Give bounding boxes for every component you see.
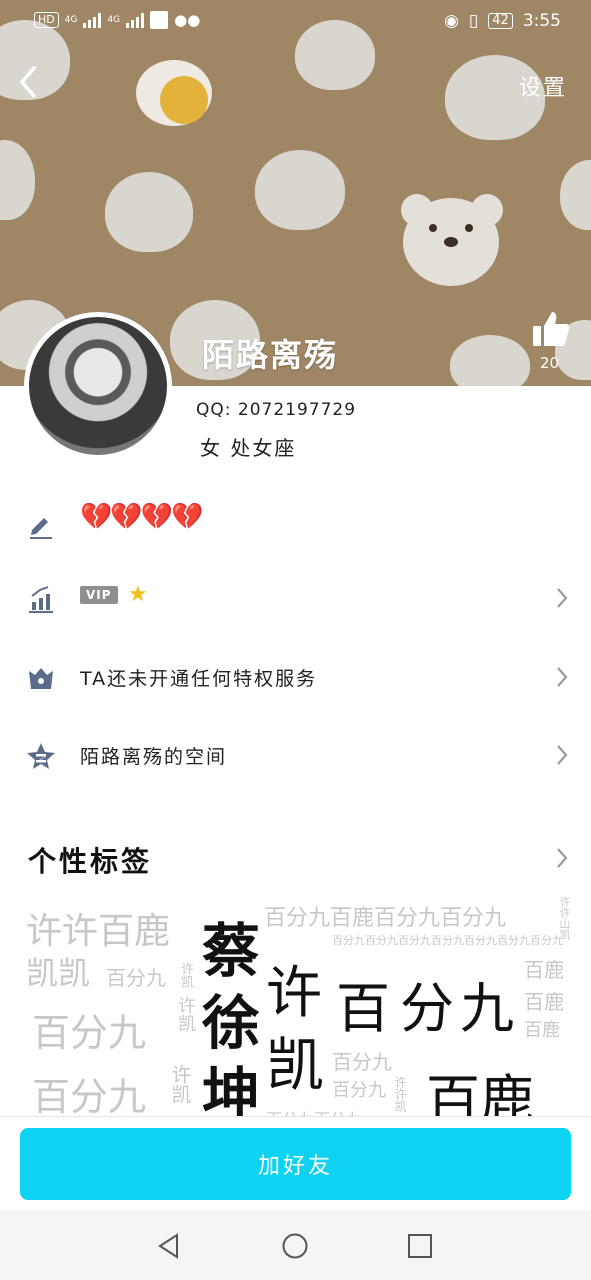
- cover-decoration: [560, 160, 591, 230]
- tag-word: 坤: [202, 1061, 261, 1118]
- network-type: 4G: [107, 15, 121, 25]
- qq-number: QQ: 2072197729: [196, 400, 357, 420]
- network-type: 4G: [64, 15, 78, 25]
- chevron-right-icon: [557, 667, 568, 687]
- tag-word: 百分九百鹿百分九百分九: [264, 906, 507, 931]
- tag-word: 百鹿: [426, 1069, 534, 1118]
- nav-back-icon[interactable]: [155, 1232, 183, 1260]
- settings-button[interactable]: 设置: [519, 70, 567, 102]
- cover-decoration: [0, 140, 35, 220]
- signal-icon: [83, 12, 102, 28]
- system-nav-bar: [0, 1210, 591, 1280]
- tag-word: 百分九: [332, 1080, 386, 1101]
- hd-badge: HD: [34, 12, 59, 28]
- tag-word: 分: [400, 977, 454, 1040]
- tag-word: 百鹿: [524, 958, 564, 982]
- tag-word: 百分九: [106, 966, 166, 990]
- signature-row[interactable]: 💔💔💔💔: [0, 494, 591, 554]
- qzone-star-icon: [27, 743, 55, 769]
- tags-title: 个性标签: [28, 845, 153, 878]
- tag-word-cloud[interactable]: 许许百鹿 凯凯 百分九 许凯 百分九 许凯 百分九 许凯 蔡 徐 坤 百分九百鹿…: [20, 890, 571, 1118]
- status-bar: HD 4G 4G ●● ◉ ▯ 42 3:55: [0, 0, 591, 44]
- signature-text: 💔💔💔💔: [80, 502, 203, 532]
- tag-word: 许许百鹿: [26, 911, 171, 952]
- qzone-row[interactable]: 陌路离殇的空间: [0, 725, 591, 785]
- cover-decoration: [450, 335, 530, 386]
- app-notification-icon: [150, 11, 169, 29]
- tag-word: 许凯: [168, 1064, 192, 1104]
- tag-word: 百分九百分九百分九百分九百分九百分九百分九: [332, 934, 563, 947]
- vibrate-icon: ▯: [468, 11, 479, 31]
- tag-word: 许凯: [178, 962, 193, 988]
- tag-word: 百鹿: [524, 1020, 560, 1041]
- star-icon: ★: [128, 582, 148, 607]
- nav-recents-icon[interactable]: [406, 1232, 434, 1260]
- tag-word: 百分九: [32, 1075, 147, 1118]
- tag-word: 凯: [266, 1031, 325, 1099]
- battery-icon: 42: [488, 13, 513, 29]
- level-row[interactable]: VIP ★: [0, 568, 591, 628]
- gender-constellation: 女 处女座: [200, 436, 297, 460]
- tag-word: 百分九: [332, 1050, 392, 1074]
- cover-decoration: [105, 172, 193, 252]
- chevron-right-icon: [557, 588, 568, 608]
- pencil-icon: [30, 518, 52, 539]
- add-friend-button[interactable]: 加好友: [20, 1128, 571, 1200]
- chevron-right-icon[interactable]: [555, 846, 569, 870]
- egg-yolk-decoration: [160, 76, 208, 124]
- thumbs-up-icon[interactable]: [530, 308, 572, 350]
- chevron-right-icon: [557, 745, 568, 765]
- clock: 3:55: [522, 11, 561, 31]
- avatar-image: [29, 317, 167, 455]
- like-count: 20: [540, 354, 560, 372]
- qzone-text: 陌路离殇的空间: [80, 746, 228, 768]
- tag-word: 许: [266, 961, 322, 1026]
- tag-word: 许凯: [175, 996, 196, 1032]
- signal-icon: [126, 12, 145, 28]
- cover-decoration: [255, 150, 345, 230]
- status-left: HD 4G 4G ●●: [34, 11, 200, 29]
- level-up-icon: [29, 586, 53, 613]
- back-icon[interactable]: [14, 62, 44, 102]
- wechat-icon: ●●: [174, 11, 201, 29]
- status-right: ◉ ▯ 42 3:55: [444, 11, 561, 31]
- crown-icon: [29, 668, 53, 689]
- bear-decoration: [401, 194, 503, 286]
- nav-home-icon[interactable]: [281, 1232, 309, 1260]
- eye-comfort-icon: ◉: [444, 11, 459, 31]
- tag-word: 许许凯: [393, 1076, 407, 1112]
- nickname: 陌路离殇: [202, 336, 339, 374]
- privilege-row[interactable]: TA还未开通任何特权服务: [0, 647, 591, 707]
- tag-word: 百鹿: [524, 990, 564, 1014]
- tag-word: 百分九: [32, 1011, 147, 1055]
- tag-word: 九: [460, 977, 514, 1040]
- vip-badge: VIP: [80, 586, 118, 604]
- tag-word: 百: [336, 977, 390, 1040]
- avatar[interactable]: [24, 312, 172, 460]
- privilege-text: TA还未开通任何特权服务: [80, 668, 318, 690]
- tag-word: 凯凯: [26, 954, 91, 992]
